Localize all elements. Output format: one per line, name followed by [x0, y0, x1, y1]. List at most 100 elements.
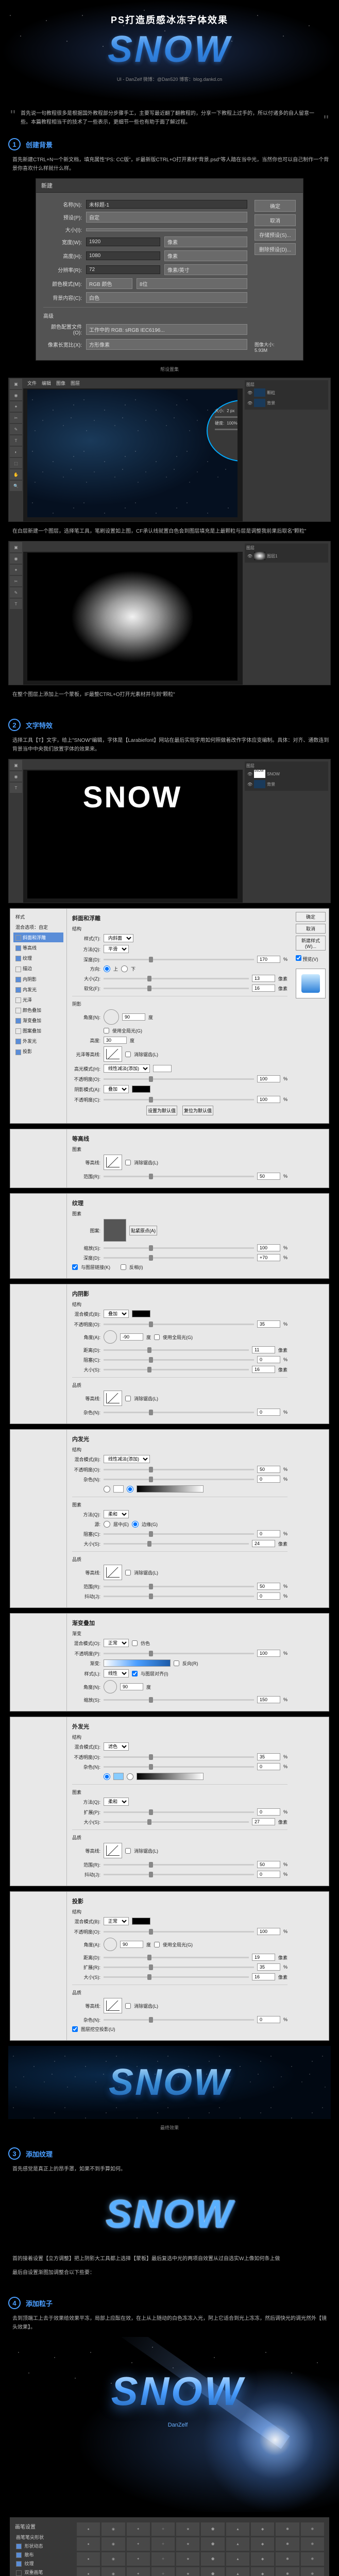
res-input[interactable] — [86, 265, 160, 274]
depth-select[interactable]: 8位 — [137, 278, 247, 289]
color-swatch[interactable] — [132, 1918, 150, 1925]
scale-slider[interactable] — [104, 1247, 254, 1249]
tool-icon[interactable]: ✂ — [10, 413, 22, 423]
jitter-input[interactable] — [257, 1871, 280, 1878]
opac-input[interactable] — [257, 1928, 280, 1935]
new-style-button[interactable]: 新建样式(W)... — [296, 936, 326, 951]
noise-slider[interactable] — [104, 2019, 254, 2021]
brush-option[interactable]: 散布 — [15, 2550, 72, 2559]
range-input[interactable] — [257, 1173, 280, 1180]
jitter-slider[interactable] — [104, 1596, 254, 1597]
brush-tip[interactable]: ⬟ — [201, 2522, 224, 2536]
brush-tip[interactable]: ◉ — [101, 2552, 125, 2566]
angle-input[interactable] — [120, 1683, 143, 1690]
tool-icon[interactable]: ✎ — [10, 424, 22, 434]
range-input[interactable] — [257, 1861, 280, 1868]
bg-select[interactable]: 白色 — [86, 292, 247, 303]
delete-preset-button[interactable]: 删除预设(D)... — [255, 243, 296, 255]
size-slider[interactable] — [104, 1821, 249, 1823]
ok-button[interactable]: 确定 — [255, 200, 296, 212]
aa-check[interactable] — [125, 1160, 131, 1165]
brush-tip[interactable]: ⬟ — [201, 2537, 224, 2551]
contour-picker[interactable] — [104, 1998, 122, 2013]
scale-input[interactable] — [257, 1244, 280, 1251]
src-center-radio[interactable] — [104, 1521, 110, 1528]
color-swatch[interactable] — [132, 1310, 150, 1317]
tool-icon[interactable]: ▣ — [10, 760, 22, 770]
brush-tip[interactable]: ✧ — [151, 2537, 175, 2551]
style-item[interactable]: 投影 — [13, 1046, 63, 1056]
mode-select[interactable]: 线性减淡(添加) — [104, 1455, 150, 1463]
color-swatch[interactable] — [113, 1485, 124, 1493]
height-input[interactable] — [86, 251, 160, 260]
height-unit[interactable]: 像素 — [164, 250, 247, 261]
tool-icon[interactable]: ◉ — [10, 553, 22, 564]
brush-tip[interactable]: ● — [77, 2522, 100, 2536]
opac-input[interactable] — [257, 1753, 280, 1760]
hcolor-swatch[interactable] — [153, 1065, 172, 1072]
mode-select[interactable]: 正常 — [104, 1639, 129, 1647]
choke-slider[interactable] — [104, 1533, 254, 1535]
brush-tip[interactable]: ⬟ — [201, 2567, 224, 2576]
brush-tip[interactable]: ● — [77, 2567, 100, 2576]
brush-tip[interactable]: ◉ — [101, 2537, 125, 2551]
size-slider[interactable] — [104, 978, 249, 979]
tool-icon[interactable]: ◉ — [10, 771, 22, 782]
snap-button[interactable]: 贴紧原点(A) — [129, 1226, 157, 1235]
angle-input[interactable] — [122, 1013, 145, 1021]
aa-check[interactable] — [125, 1570, 131, 1575]
style-item[interactable]: 图案叠加 — [13, 1026, 63, 1036]
tool-icon[interactable]: ✦ — [10, 565, 22, 575]
res-unit[interactable]: 像素/英寸 — [164, 264, 247, 275]
knock-check[interactable] — [72, 2026, 78, 2032]
brush-tip[interactable]: ❋ — [301, 2522, 324, 2536]
jitter-input[interactable] — [257, 1592, 280, 1600]
hmode-select[interactable]: 线性减淡(添加) — [104, 1064, 150, 1073]
brush-tip[interactable]: ✦ — [127, 2537, 150, 2551]
style-item[interactable]: 混合选项：自定 — [13, 922, 63, 932]
scale-input[interactable] — [257, 1696, 280, 1703]
hopac-slider[interactable] — [104, 1078, 254, 1080]
contour-picker[interactable] — [104, 1046, 122, 1062]
size-input[interactable] — [252, 1366, 275, 1373]
link-check[interactable] — [72, 1264, 78, 1270]
angle-input[interactable] — [120, 1333, 143, 1341]
color-swatch[interactable] — [113, 1773, 124, 1780]
style-item[interactable]: 内阴影 — [13, 974, 63, 984]
tool-icon[interactable]: ✋ — [10, 469, 22, 480]
noise-slider[interactable] — [104, 1412, 254, 1413]
opac-input[interactable] — [257, 1466, 280, 1473]
scolor-swatch[interactable] — [132, 1086, 150, 1093]
menu-item[interactable]: 图层 — [71, 380, 80, 387]
depth-input[interactable] — [257, 956, 280, 963]
ok-button[interactable]: 确定 — [296, 912, 326, 922]
color-radio[interactable] — [104, 1486, 110, 1493]
choke-input[interactable] — [257, 1530, 280, 1537]
angle-wheel[interactable] — [104, 1938, 117, 1951]
grad-picker[interactable] — [137, 1485, 204, 1493]
depth-slider[interactable] — [104, 959, 254, 960]
brush-tip[interactable]: ★ — [176, 2567, 199, 2576]
menu-item[interactable]: 图像 — [56, 380, 65, 387]
color-radio[interactable] — [104, 1773, 110, 1780]
style-item[interactable]: 等高线 — [13, 943, 63, 953]
size-input[interactable] — [252, 1973, 275, 1980]
aa-check[interactable] — [125, 1052, 131, 1057]
aspect-select[interactable]: 方形像素 — [86, 339, 247, 350]
opac-slider[interactable] — [104, 1756, 254, 1758]
opac-slider[interactable] — [104, 1469, 254, 1470]
tool-icon[interactable]: T — [10, 435, 22, 446]
brush-option[interactable]: 形状动态 — [15, 2541, 72, 2550]
choke-slider[interactable] — [104, 1359, 254, 1361]
dist-slider[interactable] — [104, 1957, 249, 1958]
brush-tip[interactable]: ❋ — [301, 2567, 324, 2576]
brush-tip[interactable]: ◉ — [101, 2567, 125, 2576]
default-button[interactable]: 设置为默认值 — [146, 1106, 177, 1115]
tool-icon[interactable]: 🔍 — [10, 481, 22, 491]
tool-icon[interactable]: T — [10, 783, 22, 793]
opac-input[interactable] — [257, 1650, 280, 1657]
save-preset-button[interactable]: 存储预设(S)... — [255, 229, 296, 241]
soft-slider[interactable] — [104, 988, 249, 989]
brush-tip[interactable]: ❋ — [301, 2537, 324, 2551]
style-item[interactable]: 描边 — [13, 963, 63, 973]
